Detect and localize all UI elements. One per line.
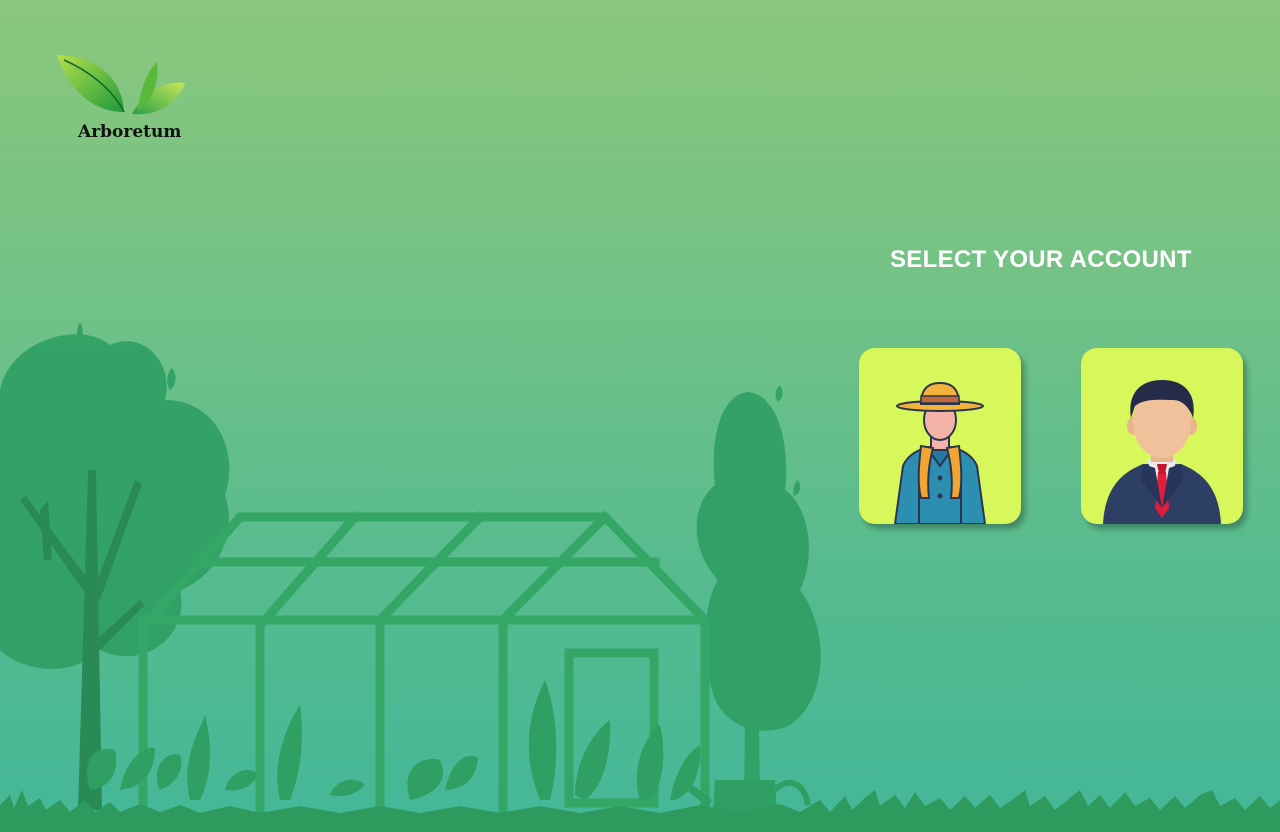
- farmer-avatar-icon: [893, 381, 987, 524]
- select-account-heading: SELECT YOUR ACCOUNT: [890, 246, 1192, 273]
- account-card-manager[interactable]: [1081, 348, 1243, 524]
- businessman-avatar-icon: [1103, 380, 1221, 524]
- leaves-logo-icon: [57, 55, 185, 115]
- logo-text: Arboretum: [78, 122, 182, 142]
- account-card-farmer[interactable]: [859, 348, 1021, 524]
- app-logo[interactable]: Arboretum: [52, 50, 192, 145]
